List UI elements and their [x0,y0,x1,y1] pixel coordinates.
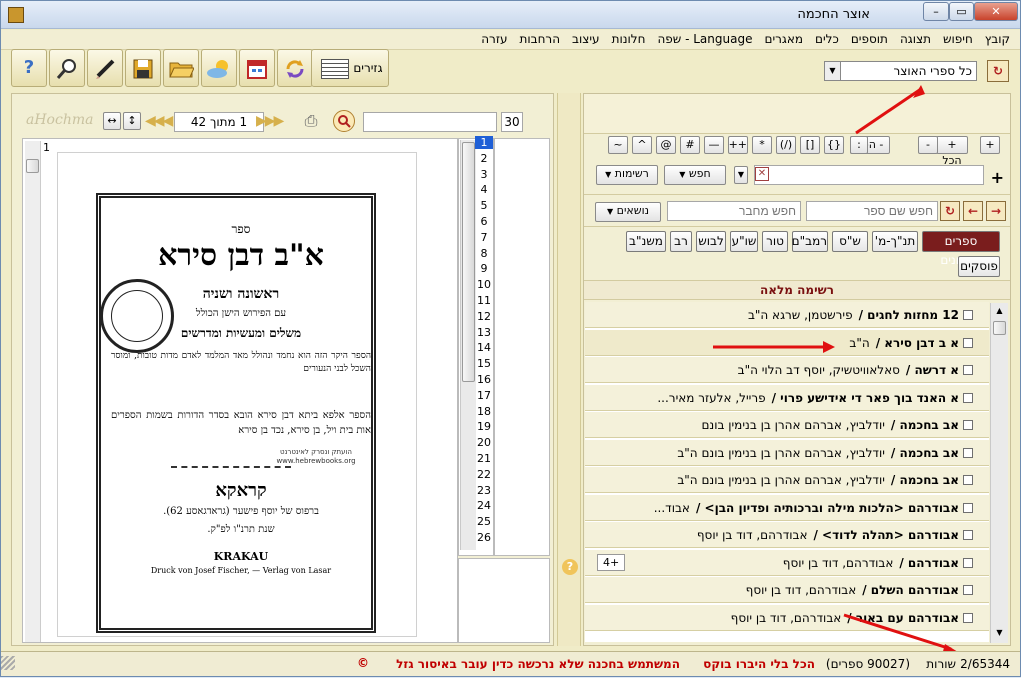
page-number-item[interactable]: 17 [475,389,493,402]
page-number-item[interactable]: 1 [475,136,493,149]
operator-button[interactable]: : [850,136,868,154]
page-number-item[interactable]: 20 [475,436,493,449]
page-number-item[interactable]: 13 [475,326,493,339]
category-tab[interactable]: תנ"ך-מ' [872,231,918,252]
category-tab[interactable]: רמב"ם [792,231,828,252]
page-number-item[interactable]: 9 [475,262,493,275]
page-number-item[interactable]: 2 [475,152,493,165]
page-number-item[interactable]: 14 [475,341,493,354]
category-tab[interactable]: טור [762,231,788,252]
category-tab[interactable]: ש"ס [832,231,868,252]
page-number-item[interactable]: 3 [475,168,493,181]
page-number-item[interactable]: 22 [475,468,493,481]
category-tab[interactable]: ספרים אחרונים [922,231,1000,267]
status-bar: 2/65344 שורות (90027 ספרים) הכל בלי היבר… [1,651,1020,676]
page-number-item[interactable]: 12 [475,310,493,323]
status-rows-word: שורות [926,657,956,671]
page-number-item[interactable]: 16 [475,373,493,386]
status-count: 2/65344 [960,657,1010,671]
page-number-item[interactable]: 5 [475,199,493,212]
operator-button[interactable]: - [918,136,938,154]
app-window: אוצר החכמה – ▭ ✕ קובץחיפושתצוגהתוספיםכלי… [0,0,1021,677]
page-number-item[interactable]: 10 [475,278,493,291]
page-number-item[interactable]: 21 [475,452,493,465]
operator-button[interactable]: {} [824,136,844,154]
page-number-item[interactable]: 26 [475,531,493,544]
page-number-item[interactable]: 15 [475,357,493,370]
annotation-arrows [713,85,958,655]
operator-button[interactable]: (/) [776,136,796,154]
operator-button[interactable]: ++ [728,136,748,154]
page-number-item[interactable]: 23 [475,484,493,497]
category-tab[interactable]: פוסקים [958,256,1000,277]
status-warning: המשתמש בחכנה שלא נרכשה כדין עובר באיסור … [396,657,680,671]
page-number-item[interactable]: 6 [475,215,493,228]
status-books: (90027 ספרים) [825,657,910,671]
page-number-item[interactable]: 18 [475,405,493,418]
operator-button[interactable]: @ [656,136,676,154]
copyright-icon: © [357,656,369,670]
page-number-item[interactable]: 4 [475,183,493,196]
category-tab[interactable]: לבוש [696,231,726,252]
operator-button[interactable]: — [704,136,724,154]
page-number-item[interactable]: 25 [475,515,493,528]
operator-button[interactable]: [] [800,136,820,154]
status-notice: הכל בלי היברו בוקס [703,657,815,671]
category-tab[interactable]: משנ"ב [626,231,666,252]
category-tab[interactable]: שו"ע [730,231,758,252]
page-number-item[interactable]: 7 [475,231,493,244]
resize-grip-icon[interactable] [1,656,15,670]
operator-button[interactable]: ^ [632,136,652,154]
page-number-item[interactable]: 19 [475,420,493,433]
category-tab[interactable]: רב [670,231,692,252]
operator-button[interactable]: * [752,136,772,154]
operator-button[interactable]: + [980,136,1000,154]
page-number-item[interactable]: 8 [475,247,493,260]
page-number-item[interactable]: 24 [475,499,493,512]
page-number-item[interactable]: 11 [475,294,493,307]
operator-button[interactable]: ~ [608,136,628,154]
operator-button[interactable]: + הכל [936,136,968,167]
operator-button[interactable]: # [680,136,700,154]
